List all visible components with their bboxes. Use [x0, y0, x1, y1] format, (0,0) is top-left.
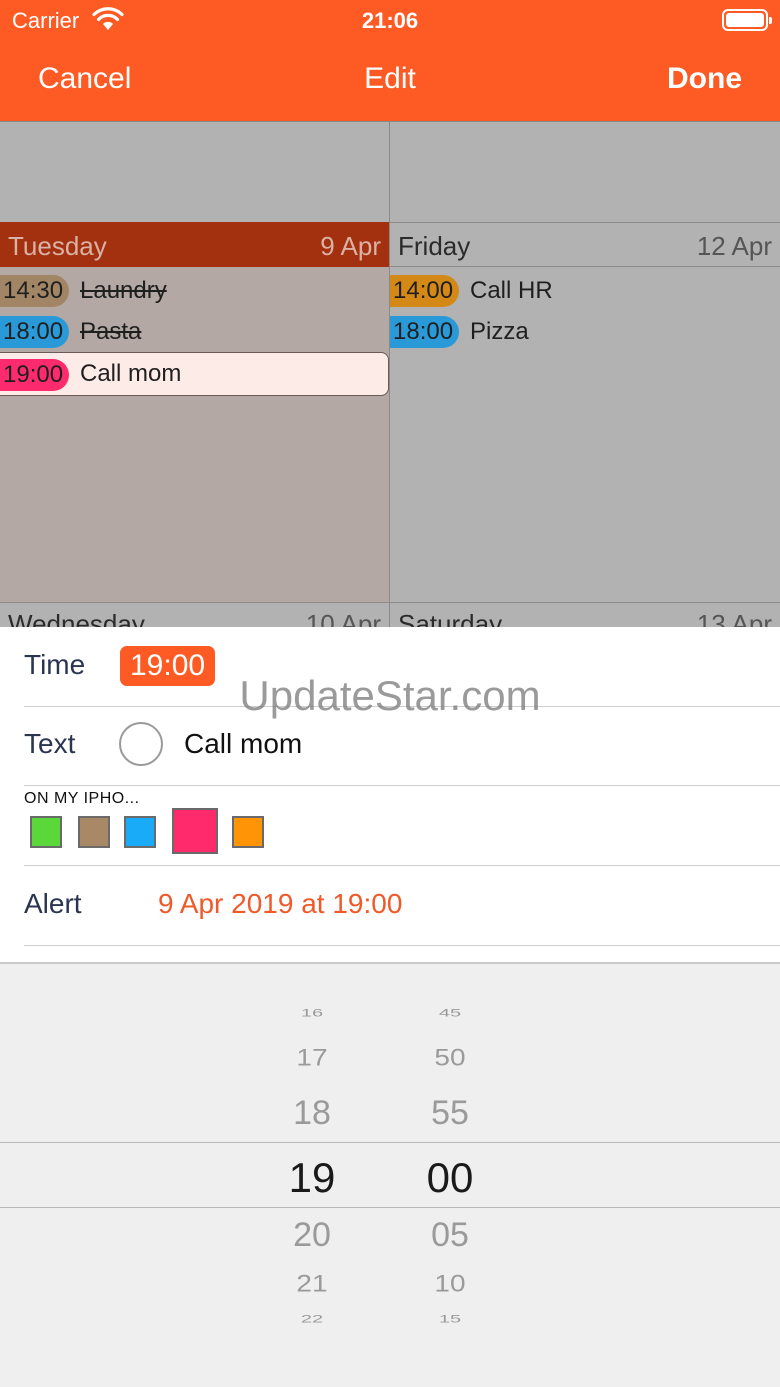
nav-bar: Cancel Edit Done — [0, 56, 780, 106]
picker-value[interactable]: 55 — [400, 1094, 500, 1133]
edit-event-screen: Carrier 21:06 Cancel Edit Done Tuesday 9… — [0, 0, 780, 1387]
day-header-saturday[interactable]: Saturday 13 Apr — [390, 602, 780, 627]
event-item[interactable]: 18:00 Pizza — [390, 314, 780, 350]
time-row[interactable]: Time 19:00 — [24, 627, 780, 707]
day-date: 9 Apr — [320, 231, 381, 261]
day-date: 10 Apr — [305, 609, 381, 627]
event-item[interactable]: 18:00 Pasta — [0, 314, 390, 350]
event-time-badge: 18:00 — [390, 316, 460, 348]
picker-value[interactable]: 17 — [262, 1044, 362, 1071]
day-header-friday[interactable]: Friday 12 Apr — [390, 222, 780, 267]
day-name: Friday — [398, 231, 471, 261]
day-header-wednesday[interactable]: Wednesday 10 Apr — [0, 602, 389, 627]
event-time-badge: 19:00 — [0, 359, 70, 391]
calendar-source-label: ON MY IPHO... — [24, 790, 140, 807]
event-text: Call HR — [470, 277, 553, 304]
picker-value[interactable]: 19 — [262, 1154, 362, 1202]
time-value-chip[interactable]: 19:00 — [120, 646, 216, 686]
top-bar: Carrier 21:06 Cancel Edit Done — [0, 0, 780, 121]
event-time-badge: 14:30 — [0, 275, 70, 307]
alert-label: Alert — [24, 888, 82, 919]
hour-wheel[interactable]: 16 17 18 19 20 21 22 — [262, 964, 362, 1387]
event-item-selected[interactable]: 19:00 Call mom — [0, 352, 389, 396]
day-column-friday: Friday 12 Apr 14:00 Call HR 18:00 Pizza … — [390, 122, 780, 627]
completion-checkbox[interactable] — [119, 722, 163, 766]
event-text: Laundry — [80, 277, 167, 304]
edit-form: Time 19:00 Text Call mom ON MY IPHO... A… — [0, 627, 780, 962]
event-text: Pasta — [80, 318, 142, 345]
alert-value[interactable]: 9 Apr 2019 at 19:00 — [158, 888, 402, 920]
picker-value[interactable]: 00 — [400, 1154, 500, 1202]
color-swatch[interactable] — [232, 816, 264, 848]
done-button[interactable]: Done — [667, 62, 742, 96]
day-header-tuesday[interactable]: Tuesday 9 Apr — [0, 222, 389, 267]
text-label: Text — [24, 728, 76, 759]
picker-value[interactable]: 50 — [400, 1044, 500, 1071]
event-item[interactable]: 14:30 Laundry — [0, 273, 390, 309]
picker-value[interactable]: 21 — [262, 1270, 362, 1297]
alert-row[interactable]: Alert 9 Apr 2019 at 19:00 — [24, 866, 780, 946]
day-date: 13 Apr — [696, 609, 772, 627]
day-date: 12 Apr — [696, 231, 772, 261]
picker-value[interactable]: 18 — [262, 1094, 362, 1133]
event-text-field[interactable]: Call mom — [184, 728, 302, 760]
day-column-tuesday: Tuesday 9 Apr 14:30 Laundry 18:00 Pasta … — [0, 122, 390, 627]
picker-value[interactable]: 16 — [262, 1007, 362, 1020]
day-name: Tuesday — [8, 231, 107, 261]
picker-value[interactable]: 05 — [400, 1216, 500, 1255]
color-swatch[interactable] — [30, 816, 62, 848]
color-swatch[interactable] — [124, 816, 156, 848]
picker-value[interactable]: 10 — [400, 1270, 500, 1297]
event-text: Pizza — [470, 318, 529, 345]
color-swatch[interactable] — [78, 816, 110, 848]
picker-value[interactable]: 45 — [400, 1007, 500, 1020]
text-row[interactable]: Text Call mom — [24, 706, 780, 786]
picker-value[interactable]: 22 — [262, 1313, 362, 1326]
picker-value[interactable]: 15 — [400, 1313, 500, 1326]
day-name: Saturday — [398, 609, 503, 627]
picker-value[interactable]: 20 — [262, 1216, 362, 1255]
minute-wheel[interactable]: 45 50 55 00 05 10 15 — [400, 964, 500, 1387]
color-swatch[interactable] — [172, 808, 218, 854]
picker-selection-band — [0, 1142, 780, 1208]
day-name: Wednesday — [8, 609, 145, 627]
battery-icon — [722, 9, 772, 31]
time-picker[interactable]: 16 17 18 19 20 21 22 45 50 55 00 05 10 15 — [0, 962, 780, 1387]
event-time-badge: 14:00 — [390, 275, 460, 307]
color-row: ON MY IPHO... — [24, 786, 780, 866]
status-time: 21:06 — [361, 8, 419, 33]
time-label: Time — [24, 649, 86, 680]
event-text: Call mom — [80, 360, 182, 387]
status-bar: Carrier 21:06 — [0, 0, 780, 40]
event-time-badge: 18:00 — [0, 316, 70, 348]
page-title: Edit — [364, 62, 416, 95]
event-item[interactable]: 14:00 Call HR — [390, 273, 780, 309]
week-calendar: Tuesday 9 Apr 14:30 Laundry 18:00 Pasta … — [0, 121, 780, 627]
